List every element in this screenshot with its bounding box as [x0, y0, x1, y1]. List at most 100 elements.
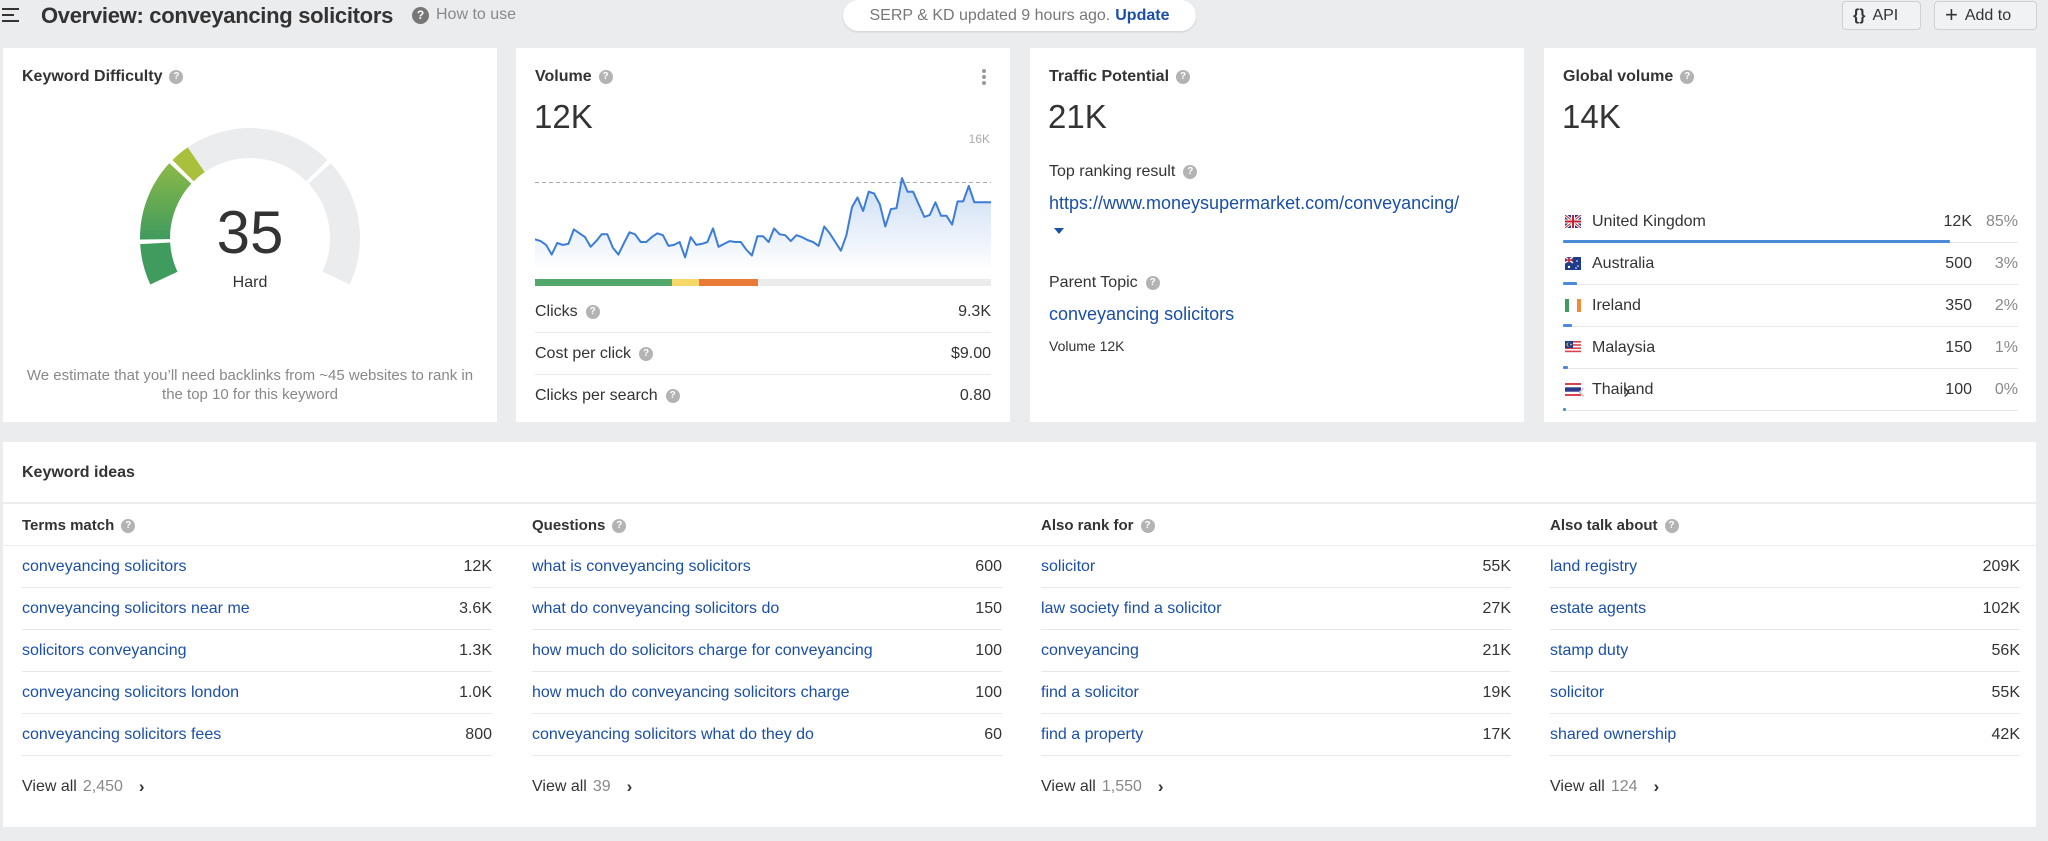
volume-point[interactable] [694, 242, 699, 247]
keyword-link[interactable]: solicitors conveyancing [22, 642, 187, 660]
volume-point[interactable] [788, 239, 793, 244]
volume-point[interactable] [883, 224, 888, 229]
volume-point[interactable] [577, 231, 582, 236]
volume-point[interactable] [638, 240, 643, 245]
volume-point[interactable] [861, 209, 866, 214]
volume-point[interactable] [755, 234, 760, 239]
volume-point[interactable] [633, 232, 638, 237]
volume-point[interactable] [916, 202, 921, 207]
volume-point[interactable] [627, 230, 632, 235]
keyword-link[interactable]: estate agents [1550, 600, 1646, 618]
keyword-link[interactable]: conveyancing solicitors near me [22, 600, 250, 618]
volume-point[interactable] [722, 241, 727, 246]
volume-point[interactable] [688, 235, 693, 240]
volume-point[interactable] [966, 183, 971, 188]
volume-point[interactable] [644, 240, 649, 245]
volume-point[interactable] [749, 253, 754, 258]
volume-point[interactable] [783, 233, 788, 238]
volume-point[interactable] [799, 235, 804, 240]
volume-point[interactable] [560, 242, 565, 247]
volume-point[interactable] [616, 252, 621, 257]
volume-point[interactable] [683, 255, 688, 260]
prev-page-button[interactable]: ‹ [1578, 378, 1585, 404]
how-to-use-link[interactable]: ? How to use [412, 6, 516, 24]
keyword-link[interactable]: conveyancing solicitors fees [22, 726, 221, 744]
volume-point[interactable] [805, 238, 810, 243]
keyword-link[interactable]: conveyancing solicitors what do they do [532, 726, 814, 744]
volume-point[interactable] [905, 189, 910, 194]
api-button[interactable]: {} API [1842, 1, 1921, 30]
volume-point[interactable] [766, 240, 771, 245]
keyword-link[interactable]: conveyancing [1041, 642, 1139, 660]
keyword-link[interactable]: solicitor [1550, 684, 1604, 702]
volume-point[interactable] [544, 242, 549, 247]
volume-point[interactable] [599, 232, 604, 237]
volume-point[interactable] [933, 200, 938, 205]
parent-topic-link[interactable]: conveyancing solicitors [1049, 304, 1234, 325]
volume-point[interactable] [950, 222, 955, 227]
country-row[interactable]: Thailand 100 0% [1563, 369, 2018, 411]
update-link[interactable]: Update [1115, 7, 1169, 25]
help-icon[interactable]: ? [598, 70, 613, 84]
volume-point[interactable] [894, 206, 899, 211]
keyword-link[interactable]: what do conveyancing solicitors do [532, 600, 779, 618]
view-all-link[interactable]: View all 2,450 › [22, 777, 145, 797]
volume-point[interactable] [872, 191, 877, 196]
volume-point[interactable] [733, 240, 738, 245]
volume-point[interactable] [816, 243, 821, 248]
country-row[interactable]: Malaysia 150 1% [1563, 327, 2018, 369]
volume-point[interactable] [677, 240, 682, 245]
volume-point[interactable] [610, 245, 615, 250]
help-icon[interactable]: ? [1664, 518, 1679, 533]
keyword-link[interactable]: stamp duty [1550, 642, 1628, 660]
volume-point[interactable] [571, 227, 576, 232]
volume-point[interactable] [727, 239, 732, 244]
keyword-link[interactable]: solicitor [1041, 558, 1095, 576]
volume-point[interactable] [844, 233, 849, 238]
volume-point[interactable] [955, 199, 960, 204]
volume-point[interactable] [583, 235, 588, 240]
volume-point[interactable] [555, 240, 560, 245]
volume-point[interactable] [811, 240, 816, 245]
volume-point[interactable] [961, 199, 966, 204]
volume-point[interactable] [900, 176, 905, 181]
help-icon[interactable]: ? [1145, 276, 1160, 290]
volume-point[interactable] [888, 207, 893, 212]
help-icon[interactable]: ? [639, 346, 654, 361]
help-icon[interactable]: ? [1183, 165, 1198, 179]
volume-point[interactable] [866, 189, 871, 194]
volume-point[interactable] [777, 232, 782, 237]
volume-point[interactable] [761, 234, 766, 239]
volume-point[interactable] [699, 241, 704, 246]
volume-point[interactable] [927, 212, 932, 217]
keyword-link[interactable]: what is conveyancing solicitors [532, 558, 751, 576]
volume-point[interactable] [621, 240, 626, 245]
volume-point[interactable] [911, 189, 916, 194]
view-all-link[interactable]: View all 124 › [1550, 777, 1659, 797]
keyword-link[interactable]: land registry [1550, 558, 1637, 576]
help-icon[interactable]: ? [1680, 70, 1695, 84]
volume-point[interactable] [649, 235, 654, 240]
volume-point[interactable] [838, 248, 843, 253]
caret-down-icon[interactable] [1054, 228, 1064, 234]
keyword-link[interactable]: shared ownership [1550, 726, 1676, 744]
volume-point[interactable] [716, 244, 721, 249]
volume-point[interactable] [833, 240, 838, 245]
help-icon[interactable]: ? [585, 304, 600, 319]
keyword-link[interactable]: find a property [1041, 726, 1143, 744]
help-icon[interactable]: ? [1140, 518, 1155, 533]
volume-point[interactable] [944, 213, 949, 218]
keyword-link[interactable]: find a solicitor [1041, 684, 1139, 702]
keyword-link[interactable]: law society find a solicitor [1041, 600, 1222, 618]
help-icon[interactable]: ? [665, 389, 680, 403]
more-options-icon[interactable] [982, 69, 986, 85]
country-row[interactable]: Ireland 350 2% [1563, 285, 2018, 327]
volume-point[interactable] [549, 252, 554, 257]
next-page-button[interactable]: › [1623, 378, 1630, 404]
volume-point[interactable] [977, 200, 982, 205]
add-to-button[interactable]: + Add to [1934, 1, 2037, 30]
volume-point[interactable] [538, 239, 543, 244]
volume-point[interactable] [672, 242, 677, 247]
volume-point[interactable] [827, 231, 832, 236]
volume-point[interactable] [938, 213, 943, 218]
